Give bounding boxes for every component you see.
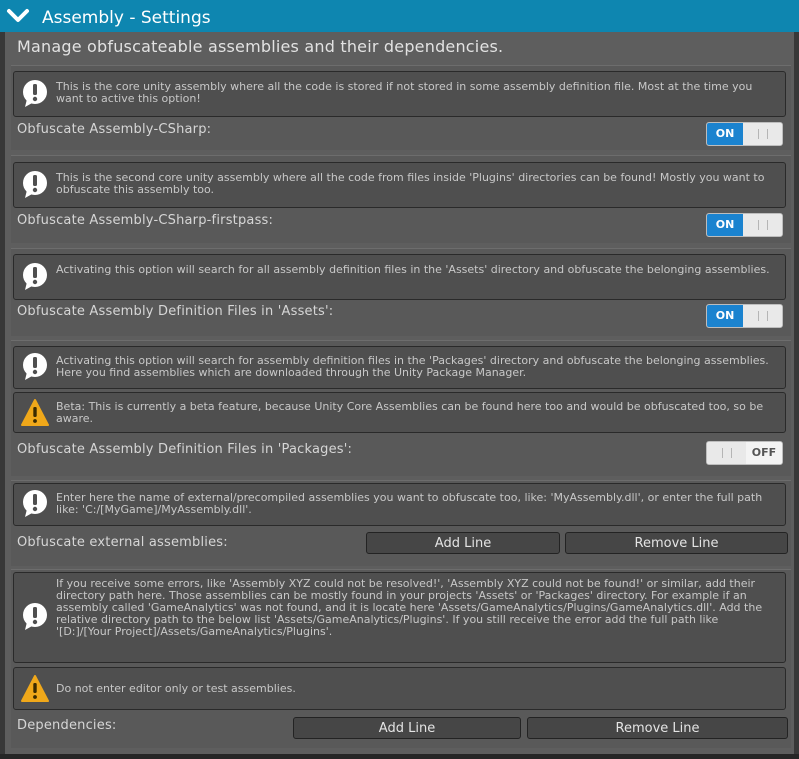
option-label: Obfuscate Assembly Definition Files in '…	[17, 304, 334, 319]
info-text: Activating this option will search for a…	[56, 263, 770, 276]
option-label: Obfuscate external assemblies:	[17, 535, 228, 550]
info-icon	[23, 353, 47, 380]
asmdef-packages-toggle[interactable]: OFF	[706, 441, 783, 465]
info-text: Enter here the name of external/precompi…	[56, 491, 763, 516]
toggle-grip	[707, 442, 746, 464]
warning-text: Beta: This is currently a beta feature, …	[56, 400, 764, 425]
section-title: Assembly - Settings	[42, 8, 211, 28]
warning-box: Beta: This is currently a beta feature, …	[13, 392, 786, 433]
toggle-off-label: OFF	[746, 442, 782, 464]
add-line-button[interactable]: Add Line	[366, 532, 560, 554]
info-text: This is the second core unity assembly w…	[56, 171, 765, 196]
toggle-on-label: ON	[707, 214, 743, 236]
add-line-button[interactable]: Add Line	[293, 717, 521, 739]
assembly-csharp-firstpass-toggle[interactable]: ON	[706, 213, 783, 237]
toggle-on-label: ON	[707, 123, 743, 145]
info-text: Activating this option will search for a…	[56, 354, 769, 379]
info-icon	[23, 171, 47, 198]
info-icon	[23, 263, 47, 290]
info-box: This is the core unity assembly where al…	[13, 71, 786, 117]
info-text: If you receive some errors, like 'Assemb…	[56, 577, 763, 638]
option-label: Obfuscate Assembly-CSharp-firstpass:	[17, 213, 274, 228]
remove-line-button[interactable]: Remove Line	[565, 532, 788, 554]
assembly-csharp-toggle[interactable]: ON	[706, 122, 783, 146]
warning-box: Do not enter editor only or test assembl…	[13, 667, 786, 710]
warning-icon	[21, 399, 49, 426]
toggle-on-label: ON	[707, 305, 743, 327]
info-icon	[23, 490, 47, 517]
asmdef-assets-toggle[interactable]: ON	[706, 304, 783, 328]
info-box: Activating this option will search for a…	[13, 254, 786, 300]
info-text: This is the core unity assembly where al…	[56, 80, 753, 105]
info-box: This is the second core unity assembly w…	[13, 162, 786, 208]
chevron-down-icon[interactable]	[6, 7, 30, 25]
info-box: Activating this option will search for a…	[13, 346, 786, 389]
info-icon	[23, 80, 47, 107]
page-subtitle: Manage obfuscateable assemblies and thei…	[17, 37, 504, 56]
section-header[interactable]: Assembly - Settings	[0, 0, 799, 32]
panel-bottom-border	[0, 754, 799, 759]
info-box: Enter here the name of external/precompi…	[13, 483, 786, 526]
toggle-grip	[743, 305, 782, 327]
warning-icon	[21, 675, 49, 702]
toggle-grip	[743, 123, 782, 145]
option-label: Obfuscate Assembly Definition Files in '…	[17, 442, 353, 457]
info-box: If you receive some errors, like 'Assemb…	[13, 572, 786, 663]
remove-line-button[interactable]: Remove Line	[527, 717, 788, 739]
option-label: Dependencies:	[17, 718, 117, 733]
warning-text: Do not enter editor only or test assembl…	[56, 682, 296, 695]
toggle-grip	[743, 214, 782, 236]
info-icon	[23, 603, 47, 630]
option-label: Obfuscate Assembly-CSharp:	[17, 122, 212, 137]
